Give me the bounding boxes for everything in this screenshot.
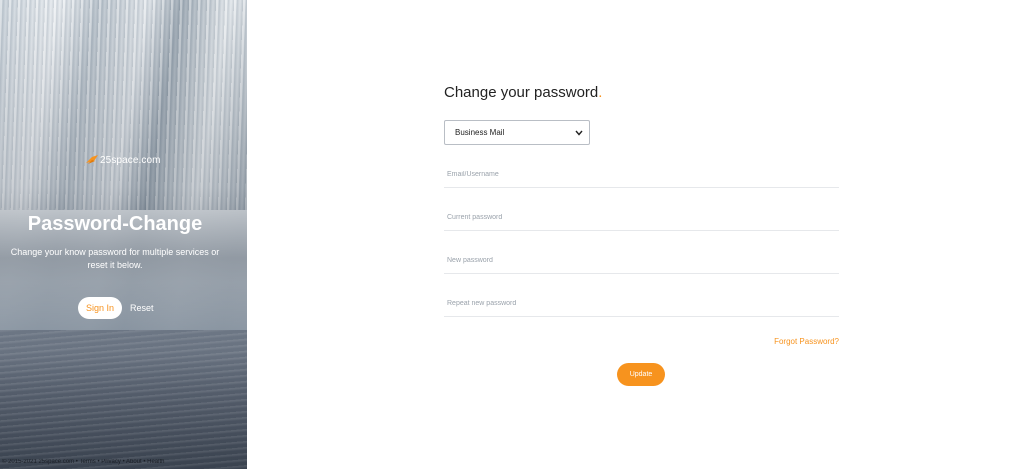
hero-subtitle: Change your know password for multiple s… — [10, 247, 220, 270]
email-field[interactable] — [444, 162, 839, 187]
current-password-field[interactable] — [444, 205, 839, 230]
page-title: Change your password. — [444, 84, 602, 101]
email-field-wrap — [444, 162, 839, 188]
logo-text: 25space.com — [100, 154, 161, 166]
page-title-dot: . — [598, 84, 603, 101]
footer-links: © 2015-2021 25space.com • Terms • Privac… — [2, 459, 165, 465]
update-button[interactable]: Update — [617, 363, 665, 386]
page-title-text: Change your password — [444, 84, 599, 101]
chevron-down-icon — [575, 130, 583, 136]
service-select[interactable]: Business Mail — [444, 120, 590, 145]
bird-logo-icon — [86, 155, 98, 164]
forgot-password-link[interactable]: Forgot Password? — [760, 337, 839, 346]
repeat-password-field-wrap — [444, 291, 839, 317]
repeat-password-field[interactable] — [444, 291, 839, 316]
new-password-field[interactable] — [444, 248, 839, 273]
hero-title: Password-Change — [27, 213, 203, 235]
reset-link[interactable]: Reset — [130, 300, 154, 316]
site-logo[interactable]: 25space.com — [86, 152, 161, 168]
service-select-value: Business Mail — [455, 128, 505, 137]
current-password-field-wrap — [444, 205, 839, 231]
hero-panel: 25space.com Password-Change Change your … — [0, 0, 247, 469]
new-password-field-wrap — [444, 248, 839, 274]
sign-in-button[interactable]: Sign In — [78, 297, 122, 319]
